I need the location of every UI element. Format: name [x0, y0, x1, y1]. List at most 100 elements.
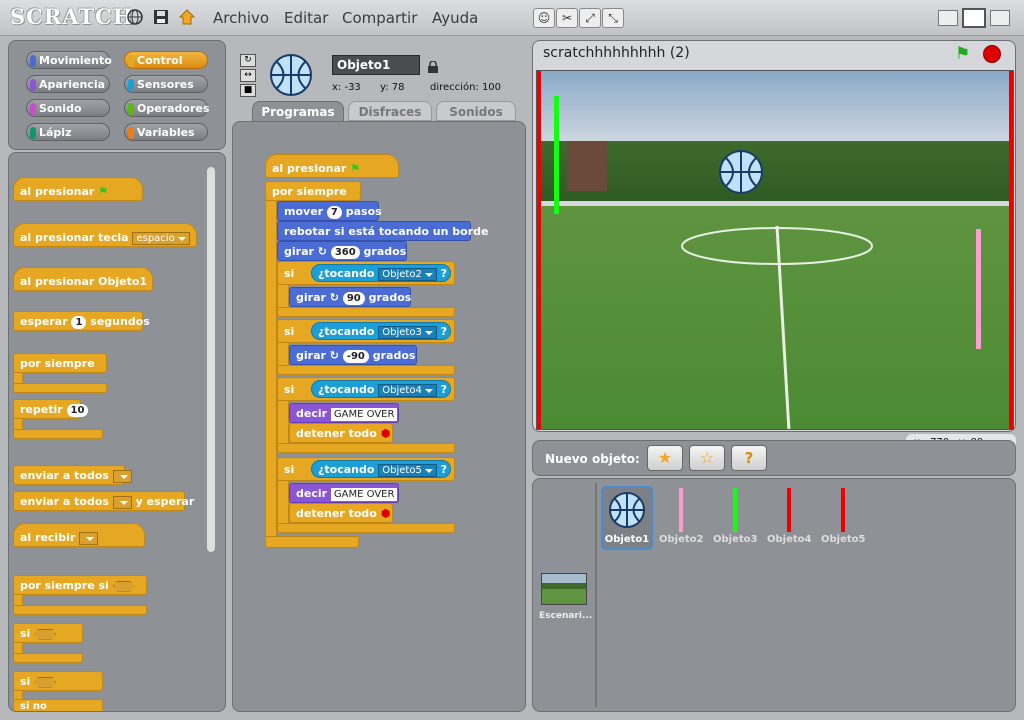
turn-input[interactable]: 90: [342, 291, 365, 305]
paint-sprite-icon[interactable]: ★: [647, 445, 683, 471]
category-variables[interactable]: Variables: [124, 123, 208, 141]
script-area[interactable]: al presionar ⚑ por siempre mover 7 pasos…: [232, 121, 526, 712]
script-touching-objeto2[interactable]: ¿tocando Objeto2 ?: [311, 264, 451, 282]
script-move[interactable]: mover 7 pasos: [277, 201, 382, 221]
category-lpiz[interactable]: Lápiz: [26, 123, 110, 141]
script-if-foot: [277, 443, 455, 453]
condition-slot[interactable]: [34, 676, 57, 688]
objeto4-left-wall[interactable]: [537, 71, 541, 429]
script-touching-objeto5[interactable]: ¿tocando Objeto5 ?: [311, 460, 451, 478]
block-label: enviar a todos: [20, 495, 109, 508]
script-say[interactable]: decir GAME OVER: [289, 403, 399, 423]
choose-sprite-icon[interactable]: ☆: [689, 445, 725, 471]
block-when-receive[interactable]: al recibir: [13, 523, 145, 547]
script-touching-objeto3[interactable]: ¿tocando Objeto3 ?: [311, 322, 451, 340]
block-forever[interactable]: por siempre: [13, 353, 107, 373]
block-if-else[interactable]: si: [13, 671, 103, 691]
broadcast-wait-dropdown[interactable]: [112, 495, 132, 509]
presentation-icon[interactable]: [990, 10, 1010, 26]
repeat-input[interactable]: 10: [66, 403, 89, 417]
green-flag-icon[interactable]: ⚑: [955, 44, 970, 64]
category-apariencia[interactable]: Apariencia: [26, 75, 110, 93]
person-icon[interactable]: ☺: [533, 8, 555, 28]
sprite-tile-objeto5[interactable]: Objeto5: [821, 486, 871, 550]
lock-icon[interactable]: [428, 58, 438, 73]
random-sprite-icon[interactable]: ?: [731, 445, 767, 471]
touching-dropdown[interactable]: Objeto3: [378, 325, 437, 339]
wait-input[interactable]: 1: [71, 315, 87, 329]
key-dropdown[interactable]: espacio: [132, 231, 190, 245]
category-control[interactable]: Control: [124, 51, 208, 69]
touching-dropdown[interactable]: Objeto4: [378, 383, 437, 397]
script-touching-objeto4[interactable]: ¿tocando Objeto4 ?: [311, 380, 451, 398]
say-input[interactable]: GAME OVER: [330, 487, 398, 501]
save-icon[interactable]: [152, 8, 170, 26]
block-when-sprite[interactable]: al presionar Objeto1: [13, 267, 153, 291]
sprite-tile-objeto1[interactable]: Objeto1: [601, 486, 653, 550]
script-turn[interactable]: girar ↻ 360 grados: [277, 241, 407, 261]
block-label: al presionar tecla: [20, 231, 129, 244]
menu-editar[interactable]: Editar: [284, 9, 328, 27]
sprite-name-field[interactable]: Objeto1: [332, 55, 420, 75]
block-repeat[interactable]: repetir 10: [13, 399, 89, 419]
block-when-key[interactable]: al presionar tecla espacio: [13, 223, 197, 247]
shrink-icon[interactable]: ⤡: [602, 8, 624, 28]
condition-slot[interactable]: [112, 580, 135, 592]
script-turn-neg90[interactable]: girar ↻ -90 grados: [289, 345, 417, 365]
broadcast-dropdown[interactable]: [112, 469, 132, 483]
sprite-tile-objeto4[interactable]: Objeto4: [767, 486, 817, 550]
tab-programas[interactable]: Programas: [252, 101, 344, 121]
sprite-tile-objeto2[interactable]: Objeto2: [659, 486, 709, 550]
block-when-flag[interactable]: al presionar ⚑: [13, 177, 143, 201]
objeto5-right-wall[interactable]: [1009, 71, 1013, 429]
objeto3-green-paddle[interactable]: [554, 96, 559, 214]
scissors-icon[interactable]: ✂: [556, 8, 578, 28]
red-bar: [841, 488, 845, 532]
script-stop-all[interactable]: detener todo ⬢: [289, 423, 393, 443]
block-wait[interactable]: esperar 1 segundos: [13, 311, 150, 331]
stage-tile[interactable]: Escenari...: [539, 571, 592, 629]
tab-disfraces[interactable]: Disfraces: [348, 101, 432, 121]
script-say[interactable]: decir GAME OVER: [289, 483, 399, 503]
say-input[interactable]: GAME OVER: [330, 407, 398, 421]
condition-slot[interactable]: [34, 628, 57, 640]
category-sonido[interactable]: Sonido: [26, 99, 110, 117]
tab-sonidos[interactable]: Sonidos: [436, 101, 516, 121]
flip-icon[interactable]: ↔: [240, 69, 256, 82]
menu-ayuda[interactable]: Ayuda: [432, 9, 478, 27]
script-forever[interactable]: por siempre: [265, 181, 361, 201]
block-if[interactable]: si: [13, 623, 83, 643]
palette-scrollbar[interactable]: [207, 167, 215, 552]
script-bounce[interactable]: rebotar si está tocando un borde: [277, 221, 488, 241]
menu-compartir[interactable]: Compartir: [342, 9, 417, 27]
basketball-sprite[interactable]: [717, 148, 765, 196]
globe-icon[interactable]: [126, 8, 144, 26]
category-sensores[interactable]: Sensores: [124, 75, 208, 93]
small-stage-icon[interactable]: [938, 10, 958, 26]
block-broadcast[interactable]: enviar a todos: [13, 465, 132, 485]
rotate-icon[interactable]: ↻: [240, 54, 256, 67]
script-stop-all[interactable]: detener todo ⬢: [289, 503, 393, 523]
stop-icon[interactable]: [983, 45, 1001, 63]
share-icon[interactable]: [178, 8, 196, 26]
sprite-header: ↻ ↔ ■ Objeto1 x: -33 y: 78 dirección: 10…: [232, 40, 526, 100]
move-input[interactable]: 7: [326, 205, 342, 219]
category-operadores[interactable]: Operadores: [124, 99, 209, 117]
receive-dropdown[interactable]: [79, 531, 99, 545]
sprite-tile-objeto3[interactable]: Objeto3: [713, 486, 763, 550]
block-broadcast-wait[interactable]: enviar a todos y esperar: [13, 491, 194, 511]
category-movimiento[interactable]: Movimiento: [26, 51, 112, 69]
touching-dropdown[interactable]: Objeto2: [378, 267, 437, 281]
turn-input[interactable]: -90: [342, 349, 369, 363]
grow-icon[interactable]: ⤢: [579, 8, 601, 28]
no-rotate-icon[interactable]: ■: [240, 84, 256, 97]
turn-input[interactable]: 360: [330, 245, 360, 259]
script-turn-90[interactable]: girar ↻ 90 grados: [289, 287, 411, 307]
objeto2-pink-paddle[interactable]: [976, 229, 981, 349]
stage-canvas[interactable]: [536, 70, 1014, 430]
block-forever-if[interactable]: por siempre si: [13, 575, 147, 595]
touching-dropdown[interactable]: Objeto5: [378, 463, 437, 477]
menu-archivo[interactable]: Archivo: [213, 9, 269, 27]
normal-stage-icon[interactable]: [962, 8, 986, 28]
script-when-flag[interactable]: al presionar ⚑: [265, 154, 399, 178]
